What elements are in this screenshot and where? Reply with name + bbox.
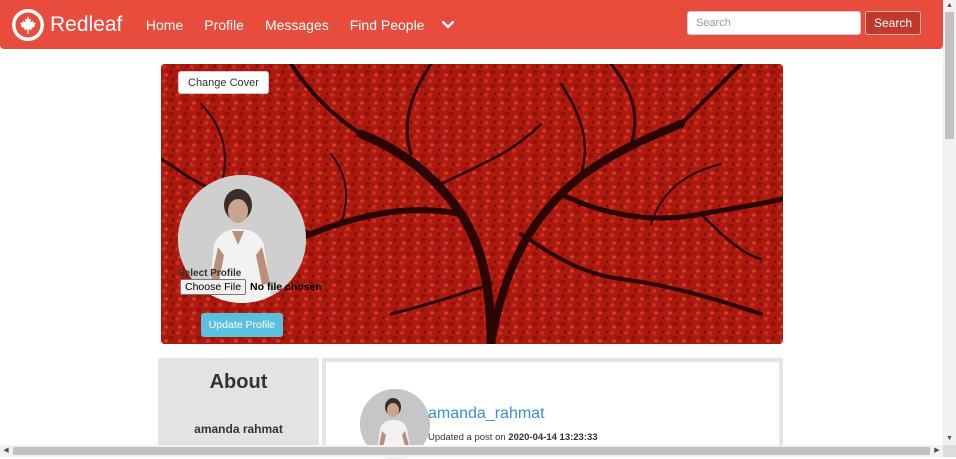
- change-cover-button[interactable]: Change Cover: [178, 71, 269, 94]
- nav-link-profile[interactable]: Profile: [194, 17, 255, 33]
- vertical-scrollbar-thumb[interactable]: [945, 12, 954, 139]
- chevron-down-icon[interactable]: [441, 18, 455, 32]
- post-card: amanda_rahmat Updated a post on 2020-04-…: [322, 358, 783, 448]
- post-username-link[interactable]: amanda_rahmat: [428, 405, 545, 423]
- scroll-left-arrow-icon[interactable]: ◀: [0, 445, 12, 457]
- cover-photo: Change Cover Select Profile Choose File …: [161, 64, 783, 344]
- search-input[interactable]: [687, 11, 861, 35]
- scrollbar-corner: [943, 445, 956, 457]
- brand[interactable]: Redleaf: [12, 9, 122, 41]
- about-title: About: [158, 371, 319, 394]
- post-timestamp: 2020-04-14 13:23:33: [508, 432, 597, 443]
- select-profile-label: Select Profile: [178, 268, 241, 279]
- maple-leaf-logo-icon: [12, 9, 44, 41]
- post-meta-prefix: Updated a post on: [428, 432, 508, 443]
- update-profile-button[interactable]: Update Profile: [201, 313, 283, 337]
- profile-file-input: Choose File No file chosen: [180, 279, 322, 295]
- horizontal-scrollbar[interactable]: ◀ ▶: [0, 445, 956, 457]
- scroll-right-arrow-icon[interactable]: ▶: [931, 445, 943, 457]
- brand-name: Redleaf: [50, 13, 122, 37]
- navbar: Redleaf Home Profile Messages Find Peopl…: [0, 0, 943, 49]
- search-form: Search: [687, 11, 921, 35]
- about-name: amanda rahmat: [158, 422, 319, 436]
- about-panel: About amanda rahmat: [158, 358, 319, 448]
- no-file-text: No file chosen: [250, 281, 322, 293]
- nav-links: Home Profile Messages Find People: [135, 17, 455, 33]
- scroll-down-arrow-icon[interactable]: ▼: [943, 433, 956, 445]
- vertical-scrollbar[interactable]: ▲ ▼: [943, 0, 956, 445]
- scroll-up-arrow-icon[interactable]: ▲: [943, 0, 956, 12]
- search-button[interactable]: Search: [865, 11, 921, 35]
- choose-file-button[interactable]: Choose File: [180, 279, 246, 295]
- post-meta: Updated a post on 2020-04-14 13:23:33: [428, 432, 598, 443]
- horizontal-scrollbar-thumb[interactable]: [13, 447, 930, 455]
- nav-link-home[interactable]: Home: [135, 17, 193, 33]
- nav-link-find-people[interactable]: Find People: [339, 17, 435, 33]
- nav-link-messages[interactable]: Messages: [254, 17, 339, 33]
